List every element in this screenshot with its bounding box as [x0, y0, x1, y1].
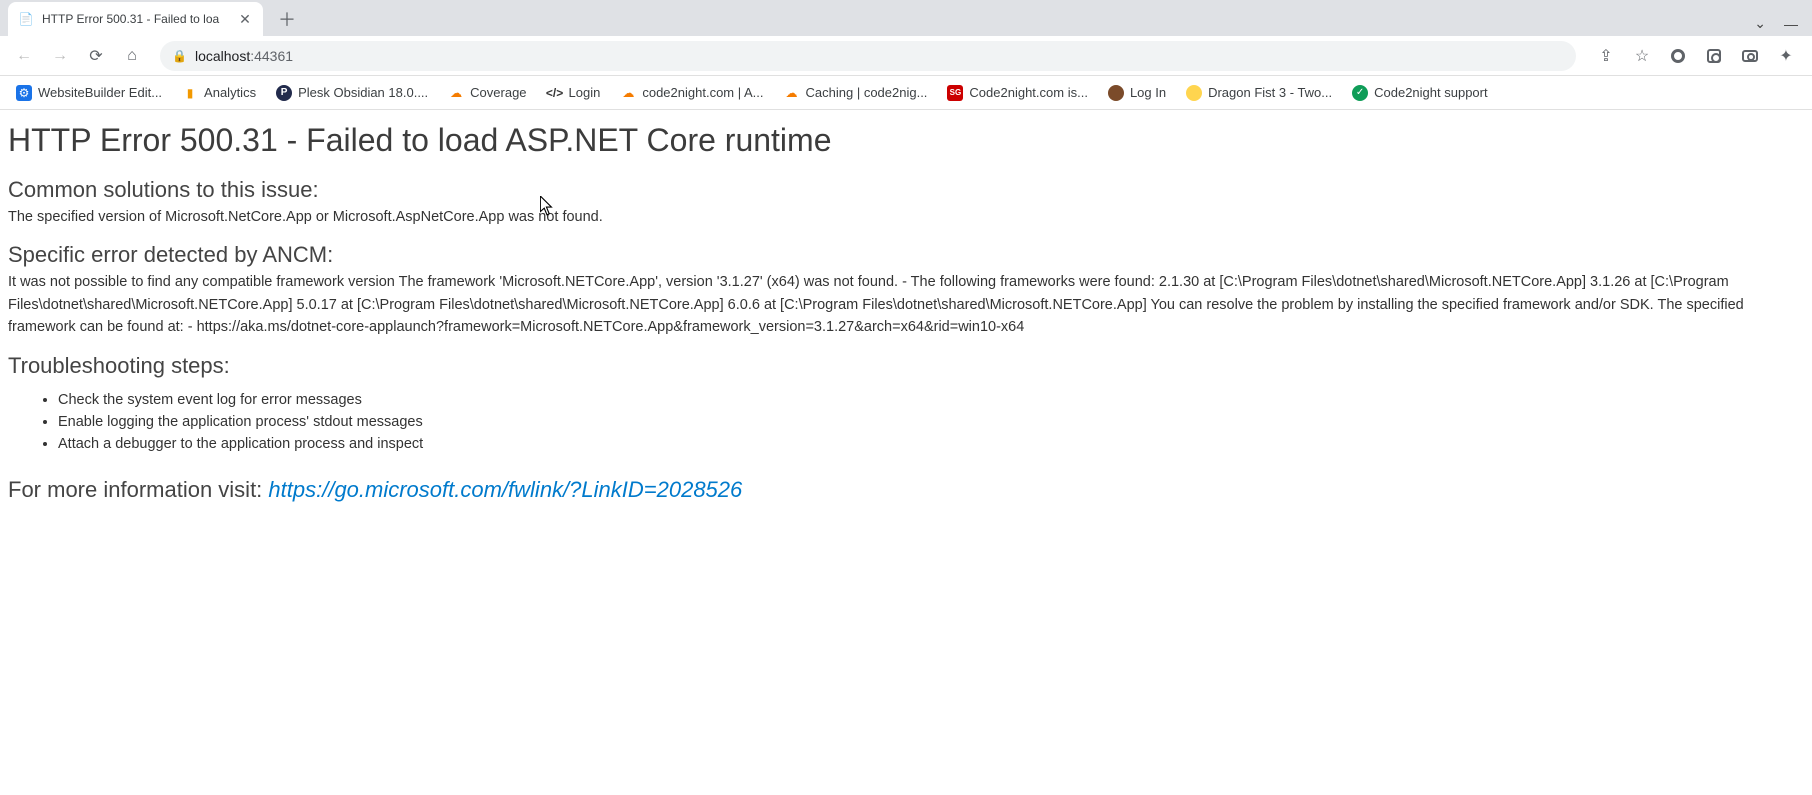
bookmark-label: Login [569, 85, 601, 100]
bookmark-item[interactable]: ☁ Caching | code2nig... [776, 81, 936, 105]
bookmarks-bar: ⚙ WebsiteBuilder Edit... ▮ Analytics P Plesk … [0, 76, 1812, 110]
bookmark-item[interactable]: SG Code2night.com is... [939, 81, 1096, 105]
bookmark-item[interactable]: P Plesk Obsidian 18.0.... [268, 81, 436, 105]
extensions-puzzle-icon[interactable]: ✦ [1776, 46, 1796, 66]
page-content: HTTP Error 500.31 - Failed to load ASP.N… [0, 110, 1812, 515]
bookmark-item[interactable]: Dragon Fist 3 - Two... [1178, 81, 1340, 105]
troubleshooting-step: Enable logging the application process' … [58, 411, 1804, 433]
bookmark-label: Analytics [204, 85, 256, 100]
toolbar-actions: ⇪ ☆ ✦ [1590, 46, 1802, 66]
bookmark-item[interactable]: ✓ Code2night support [1344, 81, 1495, 105]
bookmark-label: Caching | code2nig... [806, 85, 928, 100]
troubleshooting-step: Attach a debugger to the application pro… [58, 433, 1804, 455]
bookmark-favicon-icon [1186, 85, 1202, 101]
browser-tab[interactable]: 📄 HTTP Error 500.31 - Failed to loa ✕ [8, 2, 263, 36]
bookmark-label: Log In [1130, 85, 1166, 100]
troubleshooting-list: Check the system event log for error mes… [58, 389, 1804, 455]
close-tab-button[interactable]: ✕ [237, 11, 253, 27]
bookmark-favicon-icon: ☁ [784, 85, 800, 101]
tab-search-chevron-icon[interactable]: ⌄ [1754, 15, 1766, 32]
circle-extension-icon[interactable] [1668, 46, 1688, 66]
page-favicon-icon: 📄 [18, 11, 34, 27]
bookmark-favicon-icon: P [276, 85, 292, 101]
bookmark-favicon-icon: ⚙ [16, 85, 32, 101]
back-button[interactable]: ← [10, 42, 38, 70]
page-title: HTTP Error 500.31 - Failed to load ASP.N… [8, 122, 1804, 159]
bookmark-favicon-icon: </> [547, 85, 563, 101]
forward-button[interactable]: → [46, 42, 74, 70]
address-port: :44361 [250, 48, 293, 64]
more-info-link[interactable]: https://go.microsoft.com/fwlink/?LinkID=… [268, 477, 742, 502]
bookmark-favicon-icon: ☁ [620, 85, 636, 101]
ancm-error-body: It was not possible to find any compatib… [8, 271, 1804, 338]
bookmark-item[interactable]: ☁ code2night.com | A... [612, 81, 771, 105]
bookmark-label: Code2night support [1374, 85, 1487, 100]
bookmark-item[interactable]: ⚙ WebsiteBuilder Edit... [8, 81, 170, 105]
bookmark-favicon-icon: ☁ [448, 85, 464, 101]
window-controls: ⌄ — [1754, 15, 1812, 32]
share-icon[interactable]: ⇪ [1596, 46, 1616, 66]
new-tab-button[interactable]: ＋ [273, 5, 301, 33]
bookmark-label: Plesk Obsidian 18.0.... [298, 85, 428, 100]
tab-strip: 📄 HTTP Error 500.31 - Failed to loa ✕ ＋ … [0, 0, 1812, 36]
bookmark-star-icon[interactable]: ☆ [1632, 46, 1652, 66]
common-solutions-body: The specified version of Microsoft.NetCo… [8, 206, 1804, 228]
camera-extension-icon[interactable] [1740, 46, 1760, 66]
lens-extension-icon[interactable] [1704, 46, 1724, 66]
lock-icon: 🔒 [172, 49, 187, 63]
tab-title: HTTP Error 500.31 - Failed to loa [42, 12, 229, 26]
minimize-window-button[interactable]: — [1784, 16, 1798, 32]
address-bar[interactable]: 🔒 localhost:44361 [160, 41, 1576, 71]
reload-button[interactable]: ⟳ [82, 42, 110, 70]
bookmark-item[interactable]: ☁ Coverage [440, 81, 534, 105]
bookmark-item[interactable]: </> Login [539, 81, 609, 105]
bookmark-favicon-icon: ✓ [1352, 85, 1368, 101]
bookmark-label: code2night.com | A... [642, 85, 763, 100]
home-button[interactable]: ⌂ [118, 42, 146, 70]
common-solutions-heading: Common solutions to this issue: [8, 177, 1804, 203]
bookmark-favicon-icon [1108, 85, 1124, 101]
bookmark-label: WebsiteBuilder Edit... [38, 85, 162, 100]
more-info-prefix: For more information visit: [8, 477, 268, 502]
browser-toolbar: ← → ⟳ ⌂ 🔒 localhost:44361 ⇪ ☆ ✦ [0, 36, 1812, 76]
bookmark-favicon-icon: SG [947, 85, 963, 101]
ancm-error-heading: Specific error detected by ANCM: [8, 242, 1804, 268]
more-info-line: For more information visit: https://go.m… [8, 477, 1804, 503]
troubleshooting-heading: Troubleshooting steps: [8, 353, 1804, 379]
bookmark-label: Dragon Fist 3 - Two... [1208, 85, 1332, 100]
bookmark-item[interactable]: ▮ Analytics [174, 81, 264, 105]
bookmark-favicon-icon: ▮ [182, 85, 198, 101]
troubleshooting-step: Check the system event log for error mes… [58, 389, 1804, 411]
bookmark-label: Coverage [470, 85, 526, 100]
bookmark-item[interactable]: Log In [1100, 81, 1174, 105]
bookmark-label: Code2night.com is... [969, 85, 1088, 100]
address-host: localhost [195, 48, 250, 64]
